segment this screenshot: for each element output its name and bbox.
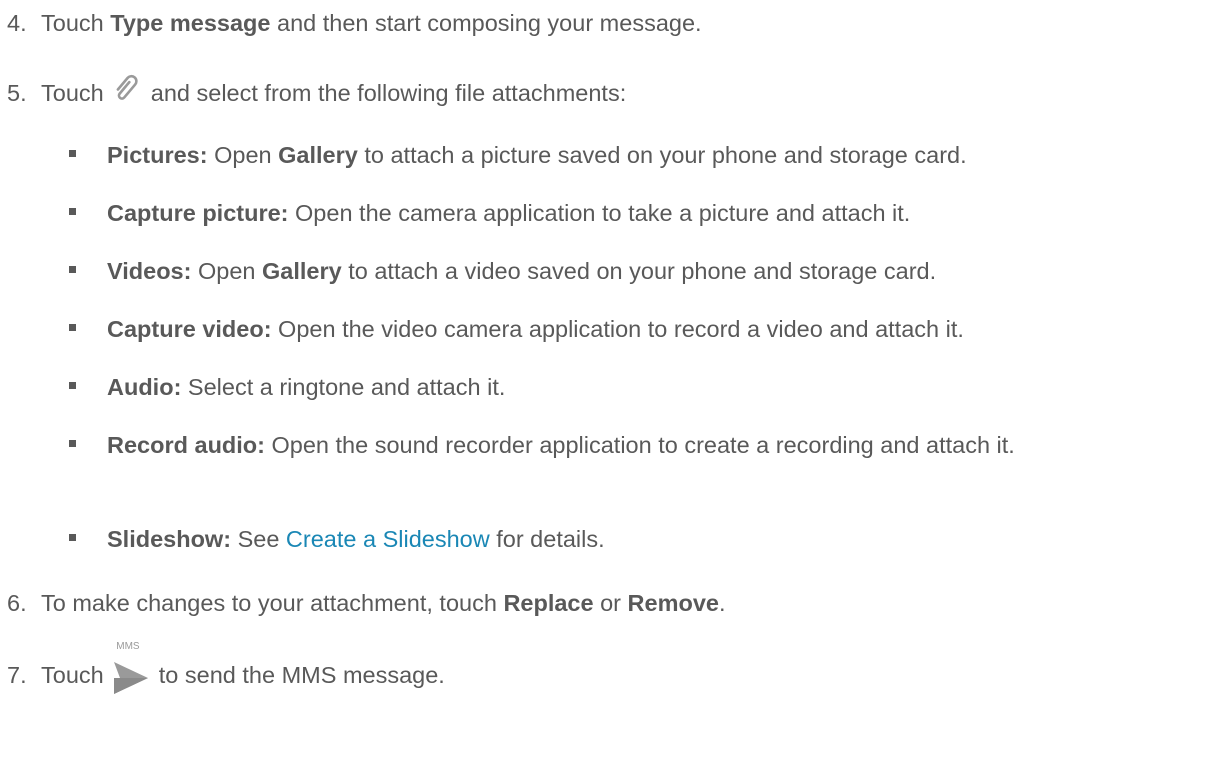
- list-item-pictures: Pictures: Open Gallery to attach a pictu…: [69, 134, 967, 176]
- bullet-marker: [69, 266, 76, 273]
- step-text: Touch: [41, 10, 111, 36]
- item-label: Videos:: [107, 258, 192, 284]
- step-number: 5.: [7, 80, 27, 106]
- item-label: Capture picture:: [107, 200, 289, 226]
- list-item-videos: Videos: Open Gallery to attach a video s…: [69, 250, 936, 292]
- step-4: 4. Touch Type message and then start comp…: [7, 2, 702, 44]
- list-item-capture-video: Capture video: Open the video camera app…: [69, 308, 964, 350]
- step-text: Touch: [41, 662, 111, 688]
- step-bold: Type message: [110, 10, 271, 36]
- item-label: Audio:: [107, 374, 182, 400]
- list-item-slideshow: Slideshow: See Create a Slideshow for de…: [69, 518, 605, 560]
- replace-label: Replace: [503, 590, 594, 616]
- list-item-capture-picture: Capture picture: Open the camera applica…: [69, 192, 910, 234]
- step-text: and then start composing your message.: [270, 10, 702, 36]
- item-label: Slideshow:: [107, 526, 232, 552]
- step-text: To make changes to your attachment, touc…: [41, 590, 504, 616]
- step-text: Touch: [41, 80, 111, 106]
- mms-icon-label: MMS: [116, 640, 140, 652]
- list-item-audio: Audio: Select a ringtone and attach it.: [69, 366, 505, 408]
- send-mms-icon: MMS: [112, 641, 150, 698]
- step-number: 7.: [7, 662, 27, 688]
- step-text: and select from the following file attac…: [144, 80, 627, 106]
- item-label: Record audio:: [107, 432, 265, 458]
- step-number: 6.: [7, 590, 27, 616]
- paperclip-icon: [110, 72, 144, 117]
- bullet-marker: [69, 440, 76, 447]
- step-6: 6. To make changes to your attachment, to…: [7, 582, 726, 624]
- bullet-marker: [69, 150, 76, 157]
- step-5: 5. Touch and select from the following fi…: [7, 72, 626, 117]
- bullet-marker: [69, 382, 76, 389]
- item-label: Capture video:: [107, 316, 272, 342]
- step-text: to send the MMS message.: [152, 662, 445, 688]
- remove-label: Remove: [627, 590, 719, 616]
- step-7: 7. Touch MMS to send the MMS message.: [7, 641, 445, 698]
- bullet-marker: [69, 208, 76, 215]
- item-label: Pictures:: [107, 142, 208, 168]
- bullet-marker: [69, 534, 76, 541]
- step-number: 4.: [7, 10, 27, 36]
- create-slideshow-link[interactable]: Create a Slideshow: [286, 526, 490, 552]
- bullet-marker: [69, 324, 76, 331]
- list-item-record-audio: Record audio: Open the sound recorder ap…: [69, 426, 1209, 464]
